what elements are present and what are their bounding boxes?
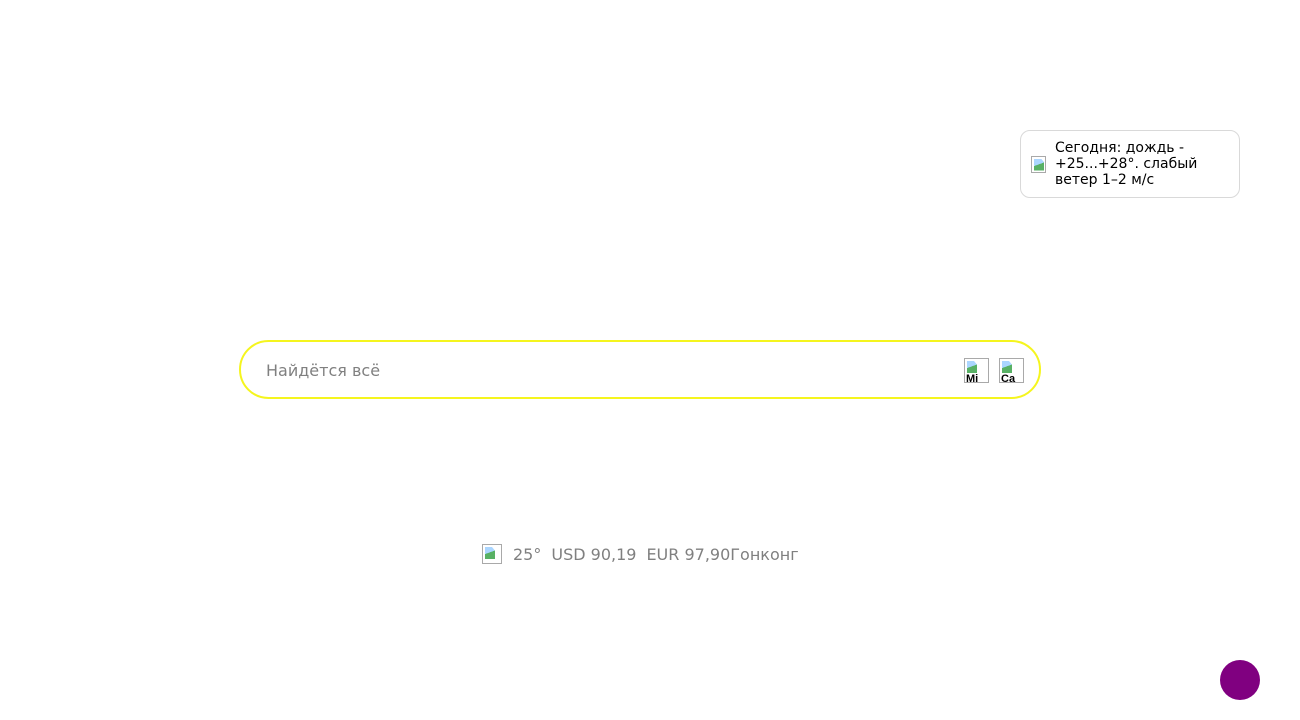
image-search-button[interactable]: Ca [999, 358, 1024, 383]
weather-icon [1031, 155, 1046, 173]
usd-rate[interactable]: USD 90,19 [551, 545, 636, 564]
city-name[interactable]: Гонконг [730, 545, 798, 564]
camera-icon: Ca [999, 358, 1024, 383]
search-input[interactable] [266, 354, 946, 386]
weather-popup-text: Сегодня: дождь - +25...+28°. слабый вете… [1055, 140, 1198, 188]
weather-icon[interactable] [482, 544, 502, 564]
voice-search-button[interactable]: Mi [964, 358, 989, 383]
search-bar: Mi Ca [239, 340, 1041, 399]
microphone-icon: Mi [964, 358, 989, 383]
page: Сегодня: дождь - +25...+28°. слабый вете… [0, 0, 1300, 720]
assistant-button[interactable] [1220, 660, 1260, 700]
temperature[interactable]: 25° [513, 545, 541, 564]
info-strip: 25° USD 90,19 EUR 97,90 Гонконг [482, 544, 799, 564]
eur-rate[interactable]: EUR 97,90 [646, 545, 730, 564]
weather-popup[interactable]: Сегодня: дождь - +25...+28°. слабый вете… [1020, 130, 1240, 198]
